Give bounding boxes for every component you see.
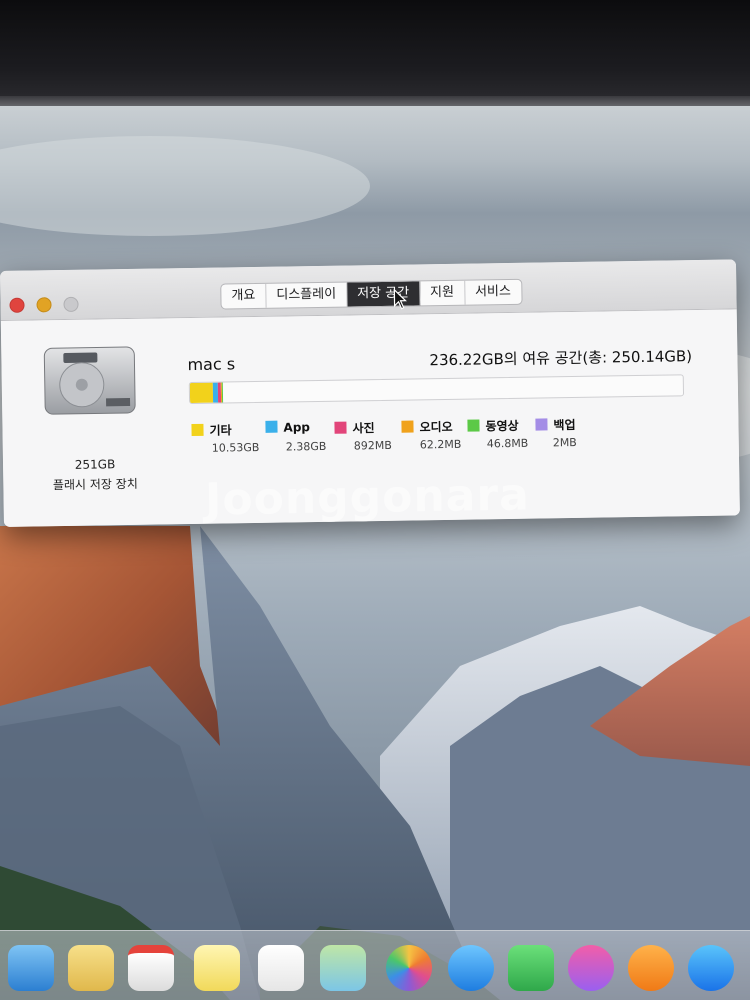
calendar-icon[interactable] [128,945,174,991]
messages-icon[interactable] [448,945,494,991]
legend-photos: 사진 [334,419,375,437]
facetime-icon[interactable] [508,945,554,991]
legend-swatch [535,418,548,431]
legend-backup-size: 2MB [552,435,577,450]
legend-swatch [401,420,414,433]
bar-segment-video [221,382,224,403]
desktop-wallpaper [0,106,750,1000]
storage-usage-bar [188,374,685,405]
legend-swatch [191,423,204,437]
watermark-text: Joonggonara [204,469,531,526]
tab-service[interactable]: 서비스 [465,280,521,305]
legend-audio: 오디오 [401,418,453,436]
legend-audio-size: 62.2MB [419,437,462,452]
tab-bar: 개요 디스플레이 저장 공간 지원 서비스 [220,278,523,310]
finder-icon[interactable] [8,945,54,991]
legend-backup: 백업 [535,416,576,434]
tab-support[interactable]: 지원 [419,280,466,306]
el-capitan-wallpaper [0,136,750,1000]
legend-swatch [265,420,278,433]
available-space: 236.22GB의 여유 공간(총: 250.14GB) [429,347,693,370]
monitor-bezel [0,0,750,100]
drive-capacity: 251GB [74,457,116,472]
bar-segment-other [189,382,214,404]
app-store-icon[interactable] [688,945,734,991]
legend-swatch [334,421,347,434]
ibooks-icon[interactable] [628,945,674,991]
close-button[interactable] [9,297,25,313]
reminders-icon[interactable] [258,945,304,991]
stickies-icon[interactable] [194,945,240,991]
legend-video: 동영상 [467,417,519,435]
flash-drive-icon [43,346,136,415]
itunes-icon[interactable] [568,945,614,991]
legend-video-size: 46.8MB [486,436,529,451]
legend-swatch [467,419,480,432]
drive-type: 플래시 저장 장치 [52,476,138,493]
mouse-cursor-icon [393,288,407,310]
dock [0,930,750,1000]
legend-app-size: 2.38GB [285,439,327,454]
minimize-button[interactable] [36,297,52,313]
tab-storage[interactable]: 저장 공간 [346,281,421,307]
legend-other: 기타 [191,421,232,439]
zoom-button[interactable] [63,296,79,313]
maps-icon[interactable] [320,945,366,991]
legend-photos-size: 892MB [353,438,392,453]
legend-other-size: 10.53GB [211,440,260,455]
legend-app: App [265,420,310,435]
notes-icon[interactable] [68,945,114,991]
photos-icon[interactable] [386,945,432,991]
volume-name: mac s [187,354,236,375]
tab-overview[interactable]: 개요 [221,283,267,309]
tab-displays[interactable]: 디스플레이 [266,282,348,308]
